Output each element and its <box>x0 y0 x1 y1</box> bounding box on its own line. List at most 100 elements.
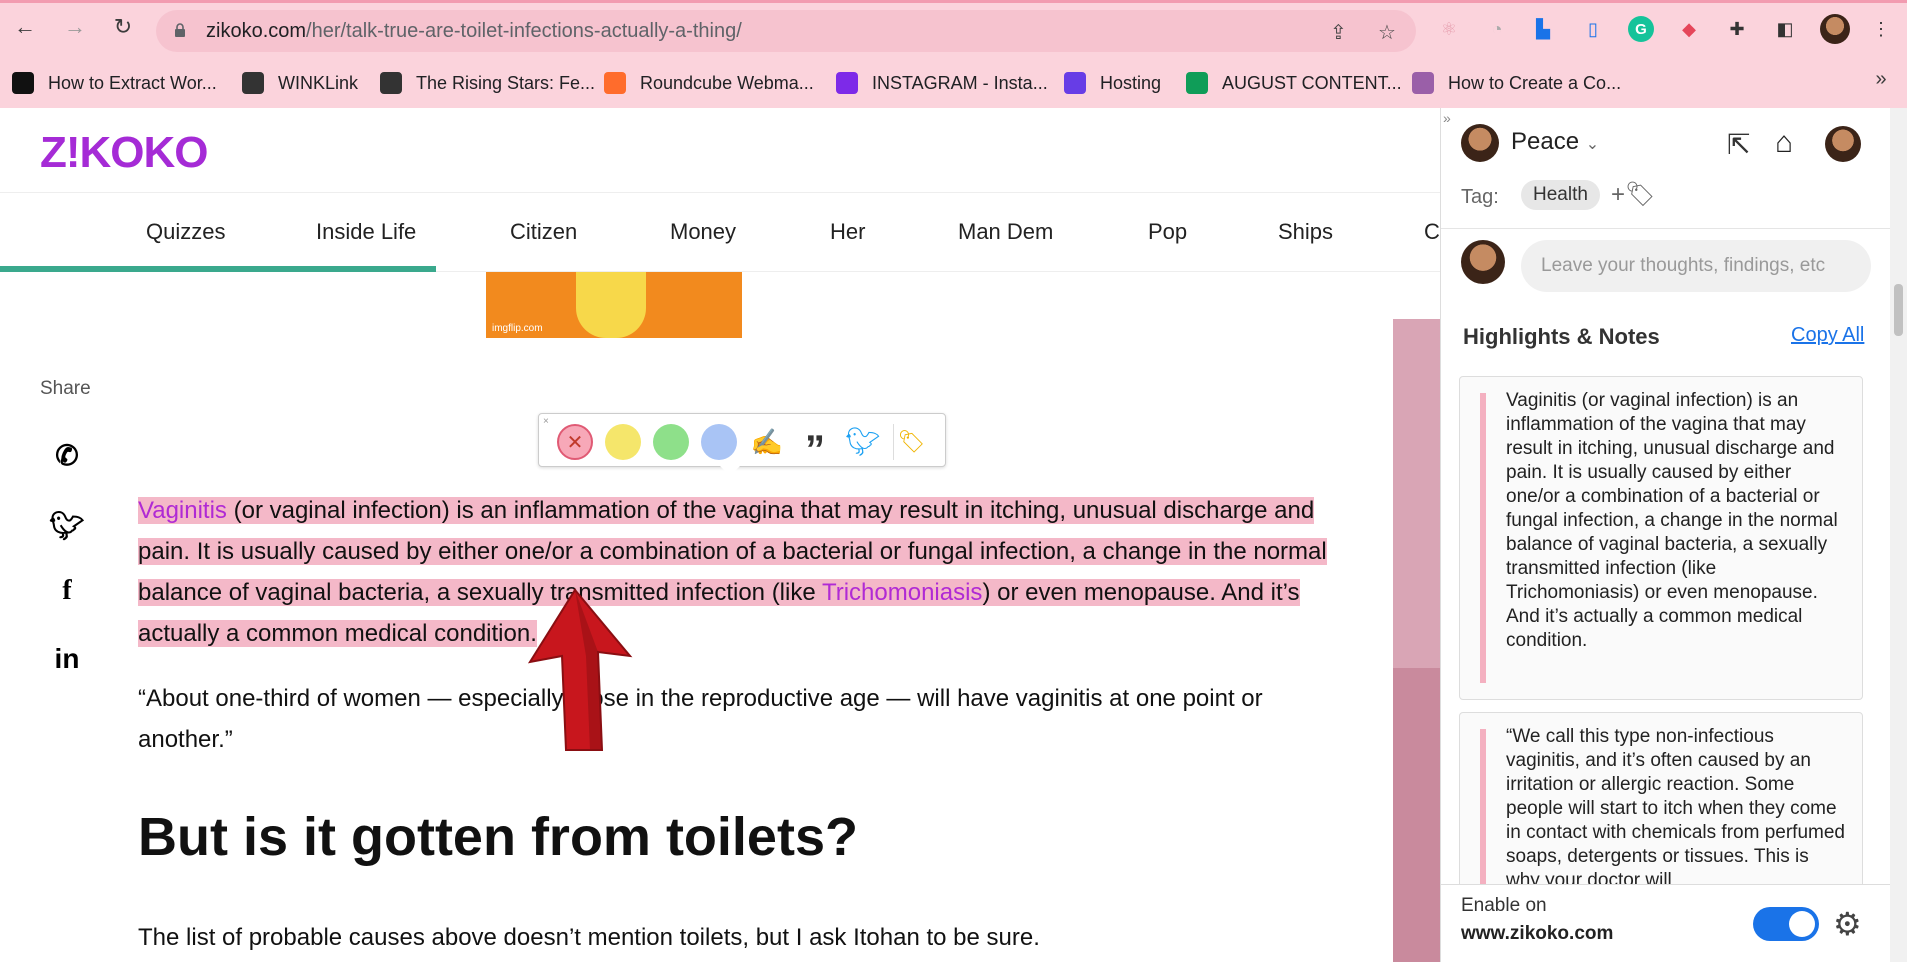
browser-menu-icon[interactable]: ⋮ <box>1868 16 1894 42</box>
trichomoniasis-link[interactable]: Trichomoniasis <box>821 579 983 606</box>
profile-avatar[interactable] <box>1820 14 1850 44</box>
page-scrollbar[interactable] <box>1890 108 1907 962</box>
bookmark-item[interactable]: AUGUST CONTENT... <box>1186 68 1402 98</box>
highlight-card[interactable]: Vaginitis (or vaginal infection) is an i… <box>1459 376 1863 700</box>
enable-toggle[interactable] <box>1753 907 1819 941</box>
sheets-icon <box>1186 72 1208 94</box>
extension-grammarly-icon[interactable]: G <box>1628 16 1654 42</box>
meme-figure <box>576 272 646 338</box>
twitter-icon[interactable]: 🐦︎ <box>49 508 85 542</box>
address-bar[interactable]: zikoko.com/her/talk-true-are-toilet-infe… <box>156 10 1416 52</box>
bookmark-label: Hosting <box>1100 72 1162 93</box>
facebook-icon[interactable]: f <box>50 574 84 608</box>
share-page-icon[interactable]: ⇪ <box>1330 20 1347 45</box>
user-avatar <box>1461 124 1499 162</box>
vaginitis-link[interactable]: Vaginitis <box>138 497 227 524</box>
nav-man-dem[interactable]: Man Dem <box>958 219 1053 245</box>
highlight-color-bar <box>1480 729 1486 891</box>
toggle-knob <box>1789 911 1815 937</box>
bookmark-label: The Rising Stars: Fe... <box>416 72 596 93</box>
highlights-side-panel: » Peace ⌄ ⇱ ⌂ Tag: Health +🏷︎ Leave your… <box>1440 108 1891 962</box>
browser-chrome: ← → ↻ zikoko.com/her/talk-true-are-toile… <box>0 0 1907 108</box>
article-image: imgflip.com <box>486 272 742 338</box>
image-caption: imgflip.com <box>492 323 543 334</box>
site-nav: Quizzes Inside Life Citizen Money Her Ma… <box>0 192 1440 272</box>
nav-ships[interactable]: Ships <box>1278 219 1333 245</box>
nav-pop[interactable]: Pop <box>1148 219 1187 245</box>
enable-domain: www.zikoko.com <box>1461 923 1614 944</box>
bookmark-label: How to Create a Co... <box>1448 72 1622 93</box>
bookmark-item[interactable]: How to Create a Co... <box>1412 68 1621 98</box>
comment-input[interactable]: Leave your thoughts, findings, etc <box>1521 240 1871 292</box>
collapse-panel-icon[interactable]: » <box>1443 110 1451 126</box>
note-pen-icon[interactable]: ✍ <box>749 424 785 460</box>
highlight-card-text: Vaginitis (or vaginal infection) is an i… <box>1506 390 1838 651</box>
bookmark-item[interactable]: The Rising Stars: Fe... <box>380 68 595 98</box>
canva-icon <box>836 72 858 94</box>
export-icon[interactable]: ⇱ <box>1727 128 1750 161</box>
tweet-icon[interactable]: 🐦︎ <box>845 424 881 460</box>
more-bookmarks-icon[interactable]: » <box>1868 66 1894 92</box>
yellow-color-button[interactable] <box>605 424 641 460</box>
remove-highlight-icon[interactable]: ✕ <box>557 424 593 460</box>
highlight-toolbar: × ✕ ✍ ” 🐦︎ 🏷︎ <box>538 413 946 472</box>
nav-citizen[interactable]: Citizen <box>510 219 577 245</box>
toolbar-close-icon[interactable]: × <box>543 416 549 427</box>
home-icon[interactable]: ⌂ <box>1775 126 1793 160</box>
bookmark-item[interactable]: WINKLink <box>242 68 358 98</box>
side-panel-icon[interactable]: ◧ <box>1772 16 1798 42</box>
highlighted-paragraph[interactable]: Vaginitis (or vaginal infection) is an i… <box>138 490 1348 654</box>
linkedin-icon[interactable]: in <box>50 642 84 676</box>
nav-cut-off[interactable]: C <box>1424 219 1440 245</box>
reading-progress-bar <box>0 266 436 272</box>
bookmark-label: INSTAGRAM - Insta... <box>872 72 1048 93</box>
nav-inside-life[interactable]: Inside Life <box>316 219 416 245</box>
highlight-card[interactable]: “We call this type non-infectious vagini… <box>1459 712 1863 892</box>
extension-colorful-icon[interactable]: ◆ <box>1676 16 1702 42</box>
tag-chip-health[interactable]: Health <box>1521 180 1600 210</box>
bookmark-item[interactable]: Roundcube Webma... <box>604 68 814 98</box>
tag-label: Tag: <box>1461 186 1499 208</box>
quote-icon[interactable]: ” <box>797 424 833 472</box>
site-logo[interactable]: Z!KOKO <box>40 128 209 178</box>
extension-docs-icon[interactable]: ▯ <box>1580 16 1606 42</box>
chevron-down-icon: ⌄ <box>1585 136 1600 153</box>
section-heading: But is it gotten from toilets? <box>138 807 858 867</box>
user-name[interactable]: Peace ⌄ <box>1511 128 1599 156</box>
url-host: zikoko.com <box>206 20 307 42</box>
account-avatar[interactable] <box>1825 126 1861 162</box>
nav-quizzes[interactable]: Quizzes <box>146 219 225 245</box>
gear-icon[interactable]: ⚙ <box>1833 905 1862 943</box>
blue-color-button[interactable] <box>701 424 737 460</box>
nav-her[interactable]: Her <box>830 219 865 245</box>
extension-trello-icon[interactable]: ▙ <box>1530 16 1556 42</box>
highlights-title: Highlights & Notes <box>1463 324 1660 349</box>
article-page: Z!KOKO Quizzes Inside Life Citizen Money… <box>0 108 1440 962</box>
hostinger-icon <box>1064 72 1086 94</box>
extensions-puzzle-icon[interactable]: ✚ <box>1724 16 1750 42</box>
whatsapp-icon[interactable]: ✆ <box>50 438 84 472</box>
back-icon[interactable]: ← <box>12 14 38 40</box>
reload-icon[interactable]: ↻ <box>110 14 136 40</box>
nav-money[interactable]: Money <box>670 219 736 245</box>
lock-icon <box>175 23 185 37</box>
medium-icon <box>12 72 34 94</box>
add-tag-icon[interactable]: +🏷︎ <box>1611 180 1655 209</box>
extension-react-icon[interactable]: ⚛ <box>1436 16 1462 42</box>
user-name-text: Peace <box>1511 128 1580 155</box>
extension-clock-icon[interactable]: ◔ <box>1484 16 1510 42</box>
scrollbar-thumb[interactable] <box>1894 284 1903 336</box>
forward-icon[interactable]: → <box>62 14 88 40</box>
commenter-avatar <box>1461 240 1505 284</box>
enable-label: Enable on <box>1461 895 1547 916</box>
bookmark-item[interactable]: Hosting <box>1064 68 1161 98</box>
tab-strip-edge <box>0 0 1907 3</box>
bookmark-item[interactable]: INSTAGRAM - Insta... <box>836 68 1048 98</box>
copy-all-link[interactable]: Copy All <box>1791 324 1864 347</box>
tag-icon[interactable]: 🏷︎ <box>893 424 929 460</box>
bookmark-item[interactable]: How to Extract Wor... <box>12 68 217 98</box>
body-paragraph: The list of probable causes above doesn’… <box>138 924 1040 951</box>
green-color-button[interactable] <box>653 424 689 460</box>
bookmark-star-icon[interactable]: ☆ <box>1378 20 1396 45</box>
globe-icon <box>242 72 264 94</box>
